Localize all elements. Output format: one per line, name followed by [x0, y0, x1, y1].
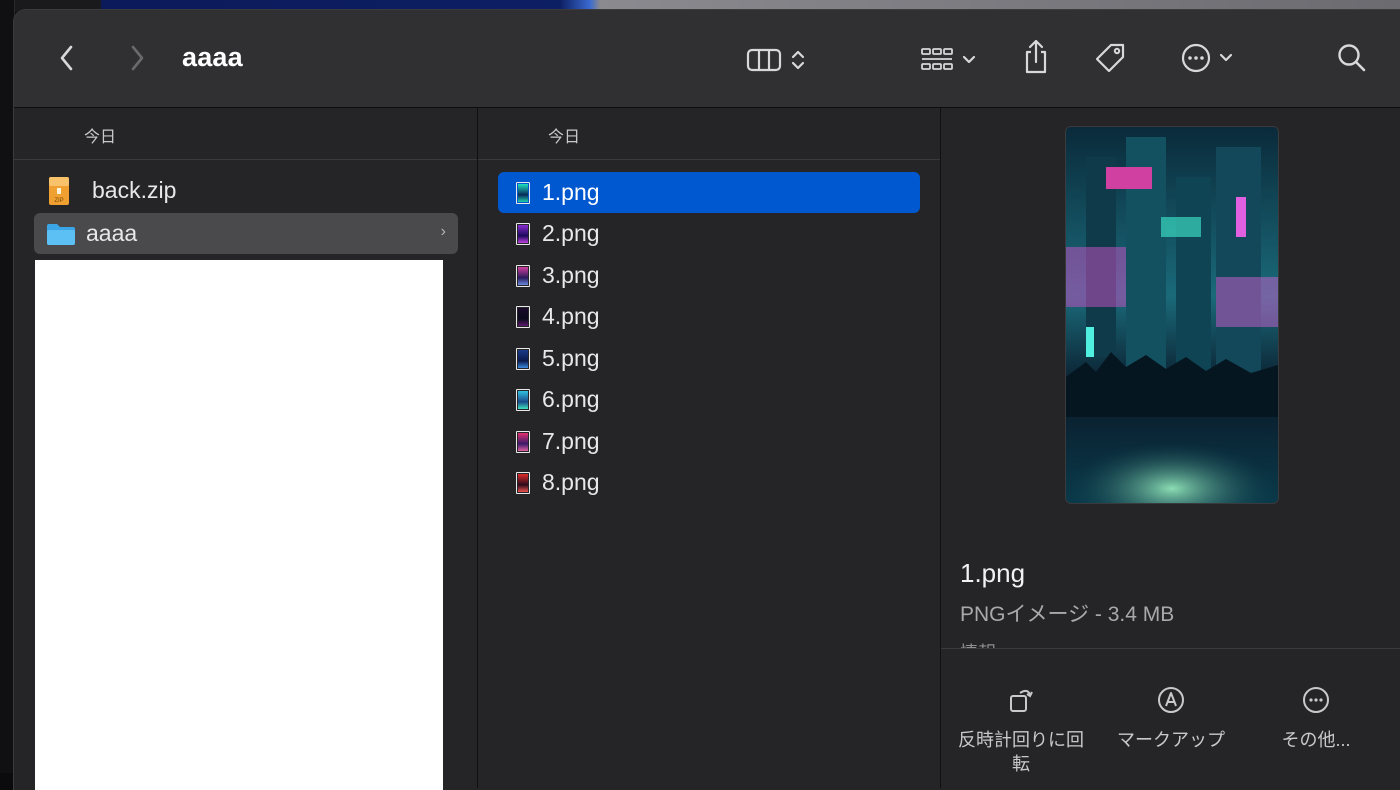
image-thumbnail-icon	[516, 388, 530, 411]
share-icon	[1025, 39, 1047, 74]
file-name: 5.png	[542, 345, 600, 371]
search-button[interactable]	[1332, 38, 1372, 78]
image-thumbnail-icon	[516, 305, 530, 328]
file-name: 7.png	[542, 428, 600, 454]
more-actions-button[interactable]: その他...	[1246, 680, 1386, 752]
image-thumbnail-icon	[516, 222, 530, 245]
divider	[941, 648, 1400, 649]
zip-archive-icon: ZIP	[49, 176, 69, 205]
forward-button[interactable]	[122, 38, 152, 78]
file-name: 2.png	[542, 220, 600, 246]
tag-icon	[1095, 43, 1125, 73]
file-name: 4.png	[542, 303, 600, 329]
blank-area	[35, 260, 443, 790]
list-item-5-png[interactable]: 5.png	[498, 338, 920, 379]
image-thumbnail-icon	[516, 471, 530, 494]
chevron-right-icon	[131, 45, 144, 71]
finder-window: aaaa 今日 ZIP back.zip aaaa › 今日 1.png 2.p…	[14, 10, 1400, 790]
preview-file-name: 1.png	[960, 558, 1026, 588]
column-files: 今日 1.png 2.png 3.png 4.png 5.png 6.png 7…	[478, 108, 941, 788]
rotate-left-button[interactable]: 反時計回りに回転	[951, 680, 1091, 776]
image-thumbnail-icon	[516, 347, 530, 370]
image-thumbnail-icon	[516, 430, 530, 453]
back-button[interactable]	[52, 38, 82, 78]
file-name: 3.png	[542, 262, 600, 288]
svg-text:ZIP: ZIP	[54, 198, 63, 204]
folder-name: aaaa	[86, 220, 138, 246]
list-item-1-png[interactable]: 1.png	[498, 172, 920, 213]
file-name: 1.png	[542, 179, 600, 205]
column-header: 今日	[14, 108, 477, 160]
toolbar: aaaa	[14, 10, 1400, 108]
group-grid-icon	[921, 48, 953, 70]
action-label: その他...	[1281, 730, 1351, 750]
group-button[interactable]	[912, 40, 984, 80]
list-item-aaaa[interactable]: aaaa ›	[34, 213, 458, 254]
chevron-left-icon	[60, 45, 73, 71]
file-name: 6.png	[542, 386, 600, 412]
more-ellipsis-icon	[1303, 687, 1329, 713]
rotate-left-icon	[1010, 689, 1033, 712]
preview-info-label: 情報	[960, 638, 1050, 648]
action-menu-button[interactable]	[1172, 38, 1242, 78]
window-title: aaaa	[182, 42, 243, 72]
view-mode-button[interactable]	[736, 40, 816, 80]
preview-file-kind: PNGイメージ - 3.4 MB	[960, 603, 1175, 626]
markup-pen-icon	[1158, 687, 1184, 713]
chevron-down-icon	[1219, 53, 1233, 62]
list-item-4-png[interactable]: 4.png	[498, 296, 920, 337]
list-item-7-png[interactable]: 7.png	[498, 421, 920, 462]
column-header-label: 今日	[84, 129, 117, 146]
image-thumbnail-icon	[516, 181, 530, 204]
preview-pane: 1.png PNGイメージ - 3.4 MB 情報 反時計回りに回転 マークアッ…	[941, 108, 1400, 788]
search-icon	[1338, 44, 1366, 72]
column-parent: 今日 ZIP back.zip aaaa ›	[14, 108, 478, 790]
file-name: back.zip	[92, 177, 177, 203]
column-header-label: 今日	[548, 129, 581, 146]
action-label: 反時計回りに回転	[958, 730, 1084, 774]
column-header: 今日	[478, 108, 940, 160]
share-button[interactable]	[1016, 34, 1056, 80]
action-label: マークアップ	[1117, 730, 1225, 750]
list-item-6-png[interactable]: 6.png	[498, 379, 920, 420]
ellipsis-circle-icon	[1181, 43, 1211, 73]
image-thumbnail-icon	[516, 264, 530, 287]
updown-chevron-icon	[791, 50, 805, 70]
chevron-right-icon: ›	[440, 223, 446, 240]
column-view-icon	[746, 48, 782, 72]
markup-button[interactable]: マークアップ	[1101, 680, 1241, 752]
desktop-edge	[0, 0, 15, 773]
image-preview	[1065, 126, 1279, 504]
file-name: 8.png	[542, 469, 600, 495]
tag-button[interactable]	[1088, 38, 1132, 78]
list-item-8-png[interactable]: 8.png	[498, 462, 920, 503]
list-item-2-png[interactable]: 2.png	[498, 213, 920, 254]
list-item-3-png[interactable]: 3.png	[498, 255, 920, 296]
folder-icon	[47, 223, 75, 245]
list-item-back-zip[interactable]: ZIP back.zip	[34, 170, 458, 211]
chevron-down-icon	[962, 55, 976, 64]
